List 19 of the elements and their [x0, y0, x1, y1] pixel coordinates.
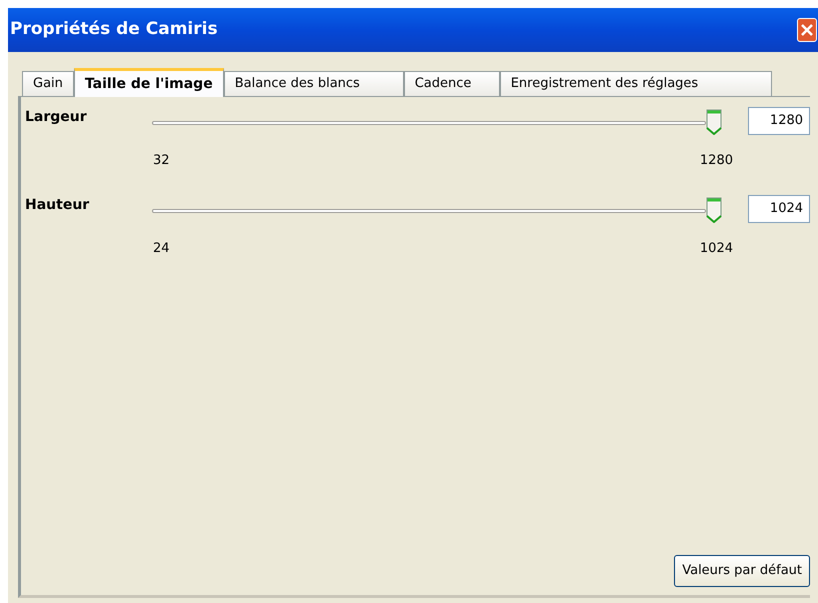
window-title: Propriétés de Camiris: [10, 18, 218, 42]
tab[interactable]: Taille de l'image: [74, 68, 224, 97]
slider-thumb[interactable]: [706, 109, 722, 135]
reset-button[interactable]: Valeurs par défaut: [674, 555, 810, 587]
value-field[interactable]: 1280: [748, 107, 810, 135]
tab[interactable]: Cadence: [404, 71, 500, 96]
tab[interactable]: Gain: [22, 71, 74, 96]
close-button[interactable]: [797, 18, 817, 42]
slider-label: Hauteur: [24, 196, 90, 215]
value-field[interactable]: 1024: [748, 195, 810, 223]
tab[interactable]: Enregistrement des réglages: [500, 71, 772, 96]
close-icon: [801, 24, 813, 36]
max-label: 1024: [700, 240, 733, 258]
min-label: 24: [153, 240, 170, 258]
slider-thumb[interactable]: [706, 197, 722, 223]
max-label: 1280: [700, 152, 733, 170]
min-label: 32: [153, 152, 170, 170]
slider-label: Largeur: [24, 108, 88, 127]
tab[interactable]: Balance des blancs: [224, 71, 404, 96]
